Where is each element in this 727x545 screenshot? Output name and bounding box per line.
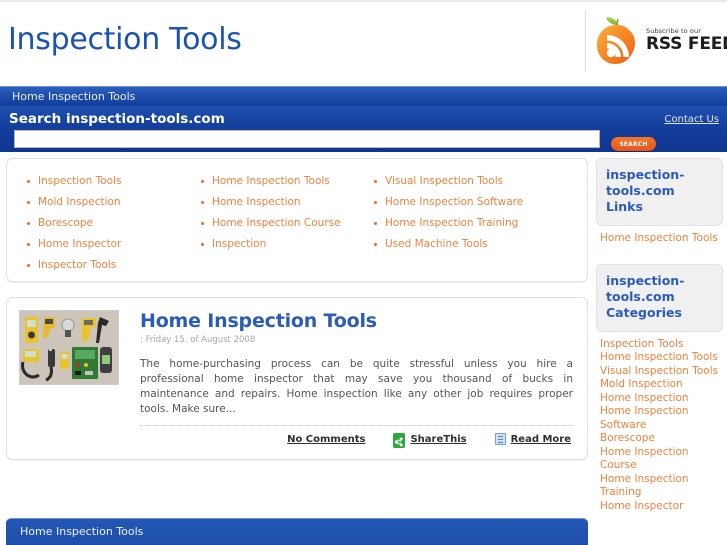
rss-feed-label: RSS FEED [646,33,727,54]
search-button[interactable]: SEARCH [611,137,656,151]
article-thumbnail[interactable] [19,310,119,385]
top-navigation-bar: Home Inspection Tools [0,86,727,106]
sidebar-category-home-inspection-tools[interactable]: Home Inspection Tools [600,351,723,365]
article-title[interactable]: Home Inspection Tools [140,310,573,332]
link-borescope[interactable]: Borescope [25,213,199,234]
content-area: Inspection Tools Mold Inspection Boresco… [0,152,727,513]
bottom-nav-item-home-inspection-tools[interactable]: Home Inspection Tools [6,519,588,538]
no-comments-link[interactable]: No Comments [287,434,365,445]
bottom-navigation-bar: Home Inspection Tools [6,518,588,545]
link-home-inspection-software[interactable]: Home Inspection Software [372,192,577,213]
link-inspection-tools[interactable]: Inspection Tools [25,171,199,192]
site-header: Inspection Tools Subscribe to our RSS FE… [0,0,727,86]
article-actions: No Comments ShareThis Read More [140,433,573,448]
quick-links-panel: Inspection Tools Mold Inspection Boresco… [6,158,588,282]
page-title: Inspection Tools [8,22,242,57]
sidebar-category-visual-inspection-tools[interactable]: Visual Inspection Tools [600,365,723,379]
share-icon [393,433,406,448]
article-body: Home Inspection Tools : Friday 15. of Au… [140,310,573,448]
sidebar-links-list: Home Inspection Tools [596,226,723,246]
article-date: : Friday 15. of August 2008 [140,335,256,345]
sharethis-button[interactable]: ShareThis [393,433,467,448]
sidebar-category-home-inspection-software[interactable]: Home Inspection Software [600,405,723,432]
sidebar-links-box: inspection-tools.com Links [596,158,723,226]
page-root: Inspection Tools Subscribe to our RSS FE… [0,0,727,545]
sidebar-category-home-inspection-training[interactable]: Home Inspection Training [600,473,723,500]
rss-feed-banner[interactable]: Subscribe to our RSS FEED [585,10,727,72]
sidebar-category-home-inspection-course[interactable]: Home Inspection Course [600,446,723,473]
link-used-machine-tools[interactable]: Used Machine Tools [372,234,577,255]
sharethis-label: ShareThis [410,433,467,445]
links-column-3: Visual Inspection Tools Home Inspection … [372,171,577,275]
links-column-2: Home Inspection Tools Home Inspection Ho… [199,171,372,275]
link-home-inspection[interactable]: Home Inspection [199,192,372,213]
sidebar: inspection-tools.com Links Home Inspecti… [596,158,723,513]
sidebar-link-home-inspection-tools[interactable]: Home Inspection Tools [600,232,723,246]
sidebar-links-title: inspection-tools.com Links [606,167,685,214]
document-icon [494,433,506,445]
article-card: Home Inspection Tools : Friday 15. of Au… [6,297,588,460]
nav-item-home-inspection-tools[interactable]: Home Inspection Tools [0,90,135,103]
rss-apple-icon [594,15,640,67]
link-home-inspection-course[interactable]: Home Inspection Course [199,213,372,234]
link-home-inspection-tools[interactable]: Home Inspection Tools [199,171,372,192]
links-column-1: Inspection Tools Mold Inspection Boresco… [25,171,199,275]
link-visual-inspection-tools[interactable]: Visual Inspection Tools [372,171,577,192]
article-excerpt: The home-purchasing process can be quite… [140,358,573,415]
sidebar-category-inspection-tools[interactable]: Inspection Tools [600,338,723,352]
link-home-inspection-training[interactable]: Home Inspection Training [372,213,577,234]
sidebar-categories-list: Inspection Tools Home Inspection Tools V… [596,332,723,514]
read-more-label: Read More [510,433,571,445]
divider [140,425,573,426]
sidebar-categories-title: inspection-tools.com Categories [606,272,685,320]
contact-us-link[interactable]: Contact Us [664,114,719,125]
search-heading: Search inspection-tools.com [9,111,225,127]
sidebar-category-home-inspection[interactable]: Home Inspection [600,392,723,406]
sidebar-categories-box: inspection-tools.com Categories [596,263,723,332]
search-input[interactable] [14,130,600,148]
link-inspection[interactable]: Inspection [199,234,372,255]
link-home-inspector[interactable]: Home Inspector [25,234,199,255]
sidebar-category-home-inspector[interactable]: Home Inspector [600,500,723,514]
link-mold-inspection[interactable]: Mold Inspection [25,192,199,213]
read-more-link[interactable]: Read More [494,433,571,445]
main-column: Inspection Tools Mold Inspection Boresco… [6,158,588,513]
sidebar-category-mold-inspection[interactable]: Mold Inspection [600,378,723,392]
no-comments-label: No Comments [287,433,366,445]
sidebar-category-borescope[interactable]: Borescope [600,432,723,446]
link-inspector-tools[interactable]: Inspector Tools [25,255,199,276]
